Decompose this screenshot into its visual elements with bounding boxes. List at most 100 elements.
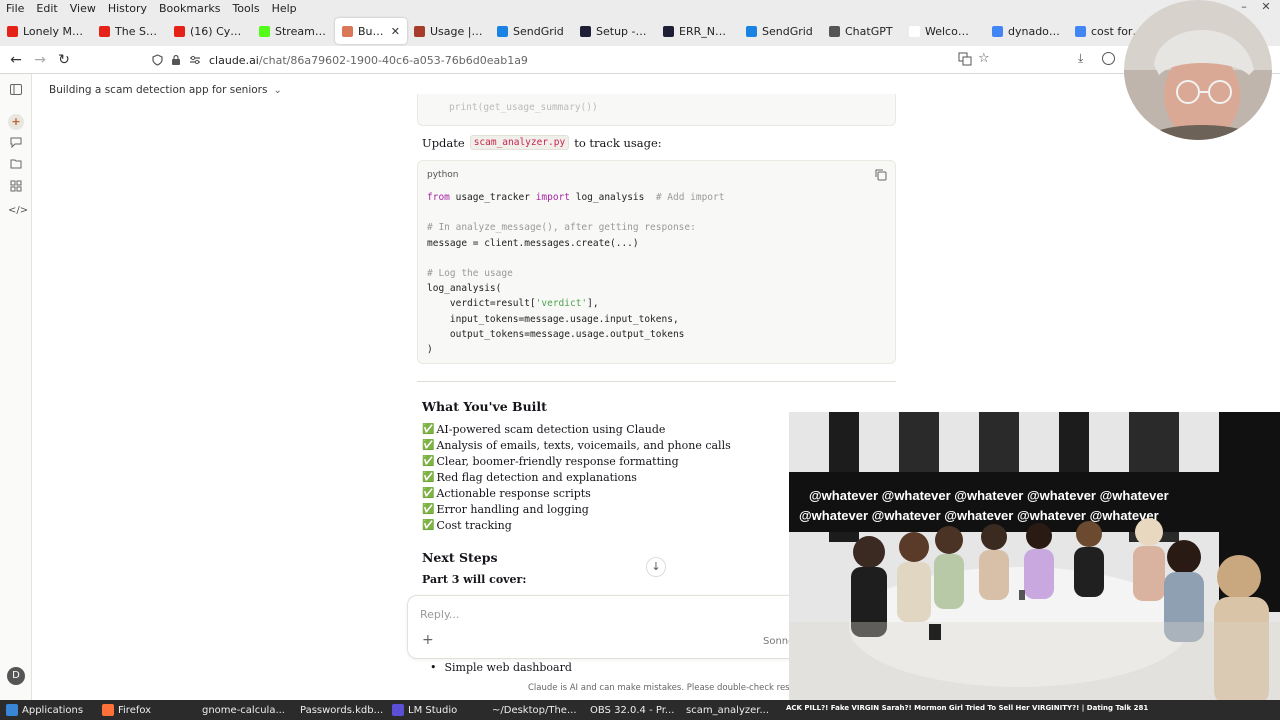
youtube-icon (174, 25, 185, 37)
taskbar-item[interactable]: scam_analyzer... (676, 700, 772, 720)
taskbar-item-label: Applications (22, 704, 84, 716)
reply-composer: Reply... + Sonnet (407, 595, 827, 659)
menu-bookmarks[interactable]: Bookmarks (153, 2, 226, 15)
code-line: ) (427, 344, 724, 359)
tab-9[interactable]: SendGrid (739, 18, 822, 44)
tab-5[interactable]: Usage | Cla (407, 18, 490, 44)
new-chat-button[interactable]: + (8, 114, 24, 130)
code-token: import (535, 192, 571, 203)
list-item-text: Simple web dashboard (444, 661, 572, 674)
menu-history[interactable]: History (102, 2, 153, 15)
built-list: ✅ AI-powered scam detection using Claude ✅… (422, 422, 731, 534)
bookmark-star-icon[interactable]: ☆ (978, 51, 990, 66)
copy-code-button[interactable] (875, 169, 887, 184)
built-list-item: ✅ Cost tracking (422, 518, 731, 534)
reply-input[interactable]: Reply... (420, 608, 459, 621)
code-token: log_analysis( (427, 283, 502, 295)
video-title-ticker: ACK PILL?! Fake VIRGIN Sarah?! Mormon Gi… (786, 704, 1149, 712)
tab-12[interactable]: dynadot dns (985, 18, 1068, 44)
tab-4[interactable]: Building a ✕ (335, 18, 407, 44)
previous-code-line: print(get_usage_summary()) (449, 102, 598, 113)
tab-7[interactable]: Setup - ngrc (573, 18, 656, 44)
sendgrid-icon (497, 25, 508, 37)
menu-file[interactable]: File (0, 2, 30, 15)
forward-arrow-icon: → (34, 51, 46, 68)
tab-10[interactable]: ChatGPT (822, 18, 902, 44)
bullet-icon: • (430, 661, 437, 674)
taskbar-item[interactable]: ~/Desktop/The... (482, 700, 580, 720)
built-list-item: ✅ Error handling and logging (422, 502, 731, 518)
tab-label: (16) CyberD (190, 24, 245, 38)
tab-1[interactable]: The SIMPS (92, 18, 167, 44)
divider (417, 381, 896, 382)
tab-6[interactable]: SendGrid (490, 18, 573, 44)
code-token: from (427, 192, 450, 203)
code-button[interactable]: </> (8, 202, 28, 218)
code-token: output_tokens=message.usage.output_token… (427, 328, 685, 340)
taskbar-item[interactable]: Applications (0, 700, 96, 720)
scroll-to-bottom-button[interactable]: ↓ (646, 557, 666, 577)
code-brackets-icon: </> (8, 205, 29, 216)
code-token: message = client.messages.create(...) (427, 237, 639, 249)
taskbar-item[interactable]: Firefox (96, 700, 192, 720)
menu-edit[interactable]: Edit (30, 2, 63, 15)
account-icon[interactable] (1102, 52, 1115, 65)
menu-help[interactable]: Help (266, 2, 303, 15)
code-line: # In analyze_message(), after getting re… (427, 222, 724, 237)
taskbar-item[interactable]: OBS 32.0.4 - Pr... (580, 700, 676, 720)
update-prefix: Update (422, 135, 465, 150)
tab-0[interactable]: Lonely Men (0, 18, 92, 44)
taskbar-item[interactable]: LM Studio (386, 700, 482, 720)
reload-button[interactable]: ↻ (52, 48, 76, 72)
inline-code-filename: scam_analyzer.py (469, 135, 570, 150)
tab-2[interactable]: (16) CyberD (167, 18, 252, 44)
tab-11[interactable]: Welcome to se (902, 18, 985, 44)
toggle-sidebar-button[interactable] (8, 84, 24, 100)
close-window-button[interactable]: ✕ (1256, 0, 1276, 16)
built-heading: What You've Built (422, 399, 547, 414)
forward-button[interactable]: → (28, 48, 52, 72)
back-button[interactable]: ← (4, 48, 28, 72)
tab-label: Setup - ngrc (596, 24, 649, 38)
artifacts-button[interactable] (8, 180, 24, 196)
taskbar-item[interactable]: Passwords.kdb... (290, 700, 386, 720)
update-suffix: to track usage: (574, 135, 662, 150)
checkmark-icon: ✅ (422, 456, 435, 467)
chats-button[interactable] (8, 136, 24, 152)
reload-icon: ↻ (58, 51, 70, 68)
code-token: input_tokens=message.usage.input_tokens, (427, 313, 679, 325)
taskbar-item[interactable]: gnome-calcula... (192, 700, 290, 720)
ngrok-icon (580, 25, 591, 37)
tab-3[interactable]: Stream - Kic (252, 18, 335, 44)
downloads-icon[interactable]: ⤓ (1078, 51, 1083, 66)
tab-label: Welcome to se (925, 24, 978, 38)
code-line: # Log the usage (427, 268, 724, 283)
anthropic-icon (414, 25, 425, 37)
close-tab-icon[interactable]: ✕ (391, 25, 400, 38)
built-list-item: ✅ AI-powered scam detection using Claude (422, 422, 731, 438)
disclaimer: Claude is AI and can make mistakes. Plea… (528, 683, 823, 693)
add-attachment-button[interactable]: + (422, 632, 434, 648)
tab-8[interactable]: ERR_NGROK (656, 18, 739, 44)
svg-text:@whatever @whatever @whateve: @whatever @whatever @whatever @whatever … (799, 508, 1159, 523)
code-line: log_analysis( (427, 283, 724, 298)
avatar[interactable]: D (7, 667, 25, 685)
tab-label: ChatGPT (845, 24, 893, 38)
menu-view[interactable]: View (64, 2, 102, 15)
chat-title-button[interactable]: Building a scam detection app for senior… (49, 84, 282, 96)
tab-label: ERR_NGROK (679, 24, 732, 38)
code-token: # Log the usage (427, 267, 513, 279)
taskbar-item-label: Firefox (118, 704, 152, 716)
url-bar[interactable]: claude.ai/chat/86a79602-1900-40c6-a053-7… (152, 49, 1002, 71)
built-item-text: Clear, boomer-friendly response formatti… (436, 455, 679, 468)
projects-button[interactable] (8, 158, 24, 174)
plus-icon: + (11, 115, 21, 128)
built-item-text: AI-powered scam detection using Claude (436, 423, 666, 436)
menu-tools[interactable]: Tools (226, 2, 265, 15)
taskbar-item-label: OBS 32.0.4 - Pr... (590, 704, 675, 716)
code-token: usage_tracker (449, 192, 536, 203)
translate-icon[interactable] (958, 52, 972, 69)
navigation-bar: ← → ↻ claude.ai/chat/86a79602-1900-40c6-… (0, 46, 1280, 74)
checkmark-icon: ✅ (422, 472, 435, 483)
